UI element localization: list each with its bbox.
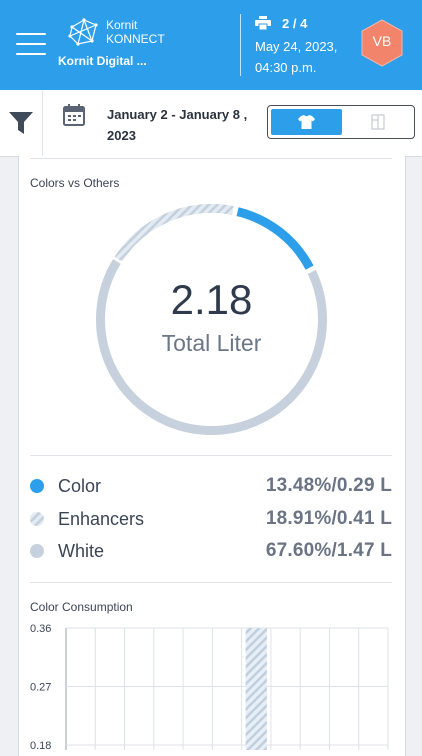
section-divider (30, 582, 392, 583)
kornit-logo-icon (68, 18, 98, 46)
legend-white-dot (30, 544, 44, 558)
y-tick-label: 0.36 (30, 623, 51, 635)
legend-value: 67.60%/1.47 L (265, 540, 392, 561)
brand-line-2: KONNECT (106, 32, 165, 46)
current-time: 04:30 p.m. (255, 60, 317, 75)
y-tick-label: 0.27 (30, 682, 51, 694)
legend-color-dot (30, 479, 44, 493)
menu-icon[interactable] (16, 33, 46, 55)
card-divider (30, 158, 392, 159)
tshirt-icon (298, 115, 315, 129)
legend-label: Color (58, 476, 102, 496)
date-time: May 24, 2023, 04:30 p.m. (255, 36, 337, 78)
header-divider (240, 14, 241, 76)
tshirt-toggle-option[interactable] (271, 109, 342, 135)
donut-slice-enhancers (114, 204, 234, 262)
product-type-toggle (267, 105, 415, 139)
y-tick-label: 0.18 (30, 740, 51, 750)
roll-icon (371, 114, 385, 130)
legend-row-enhancers: Enhancers 18.91%/0.41 L (30, 507, 392, 531)
legend-row-white: White 67.60%/1.47 L (30, 539, 392, 563)
legend-divider (30, 455, 392, 456)
legend-label: White (58, 541, 105, 561)
avatar-initials: VB (372, 33, 392, 49)
donut-slice-color (236, 207, 314, 270)
app-header: Kornit KONNECT Kornit Digital ... 2 / 4 … (0, 0, 422, 90)
brand-name: Kornit KONNECT (106, 18, 165, 46)
color-consumption-title: Color Consumption (30, 600, 133, 614)
brand-line-1: Kornit (106, 18, 138, 32)
legend-value: 13.48%/0.29 L (265, 475, 392, 496)
total-liters-value: 2.18 (170, 276, 253, 323)
color-consumption-chart: 0.36 0.27 0.18 (30, 623, 389, 750)
filter-separator (42, 90, 43, 156)
total-liters-label: Total Liter (161, 330, 262, 356)
organization-name[interactable]: Kornit Digital ... (58, 54, 147, 68)
roll-toggle-option[interactable] (344, 109, 412, 135)
legend-row-color: Color 13.48%/0.29 L (30, 474, 392, 498)
legend-label: Enhancers (58, 509, 145, 529)
bar[interactable] (245, 628, 267, 750)
filter-icon[interactable] (9, 112, 33, 134)
device-count[interactable]: 2 / 4 (282, 16, 307, 31)
colors-vs-others-title: Colors vs Others (30, 176, 120, 190)
date-range-selector[interactable]: January 2 - January 8 , 2023 (107, 104, 257, 146)
calendar-icon[interactable] (63, 104, 85, 126)
current-date: May 24, 2023, (255, 39, 338, 54)
legend-enhancers-dot (30, 512, 44, 526)
legend-value: 18.91%/0.41 L (265, 508, 392, 529)
printer-icon (255, 16, 271, 30)
